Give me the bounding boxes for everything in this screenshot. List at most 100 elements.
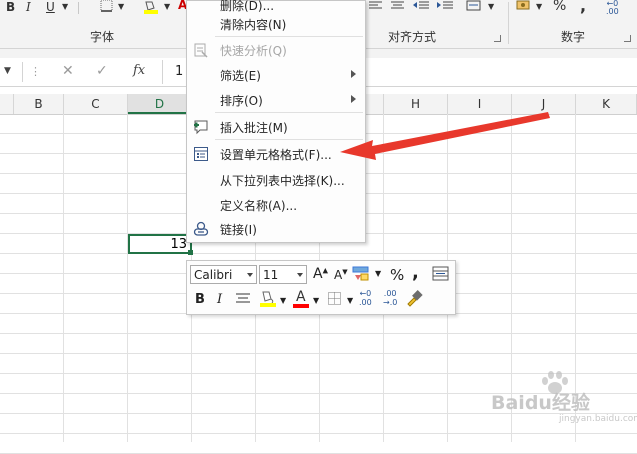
increase-font-size-button[interactable]: A▲ [313, 266, 328, 282]
mini-toolbar: Calibri 11 A▲ A▼ ▼ % , B I ▼ A ▼ ▼ ←0.00… [186, 260, 456, 315]
watermark-url: jingyan.baidu.com [559, 414, 637, 424]
borders-icon[interactable] [100, 0, 114, 12]
align-center-icon[interactable] [235, 292, 251, 306]
name-box-dropdown-icon[interactable]: ▼ [4, 66, 11, 76]
submenu-arrow-icon [351, 70, 356, 78]
font-color-dropdown-icon[interactable]: ▼ [313, 296, 319, 305]
number-dialog-launcher[interactable] [624, 35, 631, 42]
decrease-indent-icon[interactable] [412, 0, 430, 12]
cell-styles-dropdown-icon[interactable]: ▼ [375, 269, 381, 278]
increase-decimal-icon[interactable]: ←0.00 [359, 289, 372, 307]
fill-handle[interactable] [188, 250, 193, 255]
column-header-i[interactable]: I [448, 94, 512, 114]
comma-button[interactable]: , [580, 0, 586, 15]
align-left-icon[interactable] [368, 0, 384, 12]
column-header-j[interactable]: J [512, 94, 576, 114]
merge-and-center-icon[interactable] [432, 266, 450, 282]
context-menu: 删除(D)... 清除内容(N) 快速分析(Q) 筛选(E) 排序(O) 插入批… [186, 0, 366, 243]
increase-font-letter: A [313, 266, 323, 282]
cancel-icon[interactable]: ✕ [62, 63, 74, 79]
format-cells-icon [194, 147, 208, 161]
menu-item-filter[interactable]: 筛选(E) [187, 63, 365, 87]
accounting-format-icon[interactable] [516, 0, 532, 12]
borders-dropdown-icon[interactable]: ▼ [118, 2, 124, 16]
font-color-swatch [293, 304, 309, 308]
menu-item-pick-from-list[interactable]: 从下拉列表中选择(K)... [187, 168, 365, 192]
cell-styles-icon[interactable] [352, 266, 370, 282]
percent-style-button[interactable]: % [390, 266, 404, 284]
font-size-value: 11 [263, 268, 279, 282]
menu-item-define-name[interactable]: 定义名称(A)... [187, 193, 365, 217]
accounting-dropdown-icon[interactable]: ▼ [536, 2, 542, 16]
menu-item-link[interactable]: 链接(I) [187, 217, 365, 241]
borders-icon[interactable] [327, 291, 343, 307]
column-gridline [63, 114, 64, 442]
font-color-letter: A [296, 289, 306, 305]
merge-dropdown-icon[interactable]: ▼ [488, 2, 494, 16]
menu-item-quick-analysis[interactable]: 快速分析(Q) [187, 38, 365, 62]
select-all-corner[interactable] [0, 94, 14, 114]
menu-separator [215, 139, 363, 140]
menu-item-format-cells[interactable]: 设置单元格格式(F)... [187, 142, 365, 166]
column-header-b[interactable]: B [14, 94, 64, 114]
column-gridline [127, 114, 128, 442]
increase-decimal-icon[interactable]: ←0.00 [606, 0, 619, 16]
menu-item-label: 清除内容(N) [220, 18, 287, 32]
italic-button[interactable]: I [26, 0, 31, 14]
fill-color-dropdown-icon[interactable]: ▼ [164, 2, 170, 16]
percent-button[interactable]: % [553, 0, 566, 14]
fill-color-dropdown-icon[interactable]: ▼ [280, 296, 286, 305]
menu-item-insert-comment[interactable]: 插入批注(M) [187, 115, 365, 139]
column-header-h[interactable]: H [384, 94, 448, 114]
comma-style-button[interactable]: , [412, 262, 419, 283]
align-center-icon[interactable] [390, 0, 406, 12]
underline-dropdown-icon[interactable]: ▼ [62, 2, 68, 16]
formula-value: 1 [175, 64, 184, 79]
menu-item-label: 从下拉列表中选择(K)... [220, 174, 345, 188]
chevron-down-icon [297, 273, 303, 277]
column-header-c[interactable]: C [64, 94, 128, 114]
decrease-decimal-icon[interactable]: .00 →.0 [383, 289, 397, 307]
format-painter-icon[interactable] [405, 289, 423, 307]
watermark-text: Baidu经验 [491, 392, 590, 414]
font-color-button[interactable]: A [291, 289, 311, 308]
menu-item-label: 筛选(E) [220, 69, 261, 83]
group-separator [508, 2, 509, 44]
italic-button[interactable]: I [217, 292, 222, 307]
borders-dropdown-icon[interactable]: ▼ [347, 296, 353, 305]
menu-item-label: 定义名称(A)... [220, 199, 298, 213]
active-cell[interactable]: 13 [128, 234, 192, 254]
decrease-font-size-button[interactable]: A▼ [334, 268, 348, 282]
bold-button[interactable]: B [195, 292, 205, 307]
font-group-label: 字体 [90, 30, 115, 44]
fill-color-icon[interactable] [142, 0, 160, 14]
enter-icon[interactable]: ✓ [96, 63, 108, 79]
name-box[interactable]: ▼ [0, 62, 20, 82]
menu-item-label: 链接(I) [220, 223, 257, 237]
decrease-font-letter: A [334, 268, 343, 282]
menu-separator [215, 36, 363, 37]
more-dots-icon[interactable]: ⋮ [30, 65, 41, 78]
baidu-watermark: Baidu经验 jingyan.baidu.com [485, 370, 637, 430]
font-name-value: Calibri [194, 268, 233, 282]
comment-icon [194, 120, 208, 135]
font-name-combo[interactable]: Calibri [190, 265, 257, 284]
insert-function-icon[interactable]: fx [133, 63, 145, 78]
column-header-d[interactable]: D [128, 94, 192, 114]
menu-item-label: 排序(O) [220, 94, 263, 108]
menu-item-sort[interactable]: 排序(O) [187, 88, 365, 112]
increase-indent-icon[interactable] [436, 0, 454, 12]
merge-center-icon[interactable] [466, 0, 482, 12]
menu-item-label: 设置单元格格式(F)... [220, 148, 332, 162]
submenu-arrow-icon [351, 95, 356, 103]
bold-button[interactable]: B [6, 0, 15, 14]
link-icon [193, 221, 209, 236]
alignment-dialog-launcher[interactable] [494, 35, 501, 42]
alignment-group-label: 对齐方式 [388, 30, 437, 44]
font-size-combo[interactable]: 11 [259, 265, 307, 284]
column-header-k[interactable]: K [576, 94, 637, 114]
underline-button[interactable]: U [46, 0, 55, 14]
menu-item-label: 插入批注(M) [220, 121, 288, 135]
menu-item-clear-contents[interactable]: 清除内容(N) [187, 12, 365, 36]
fill-color-icon[interactable] [258, 289, 278, 308]
